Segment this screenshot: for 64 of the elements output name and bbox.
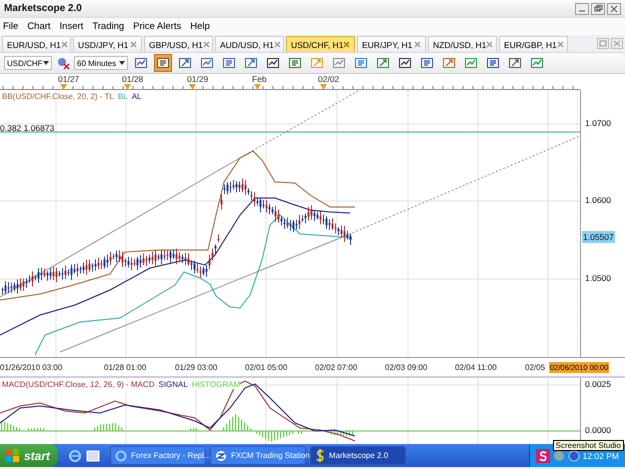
legend-label: BL (118, 92, 128, 101)
date-label: 02/02 (318, 74, 340, 84)
chart-tab[interactable]: USD/CHF, H1 (286, 36, 355, 52)
menu-item[interactable]: Insert (60, 21, 84, 32)
price-label: 1.0700 (585, 118, 611, 128)
windows-logo-icon (6, 449, 20, 462)
time-label: 02/05 (525, 363, 546, 372)
legend-label: BB(USD/CHF.Close, 20, 2) - TL (2, 92, 114, 101)
caret-icon (43, 61, 49, 65)
dollar-icon (315, 449, 325, 462)
time-label: 02/01 05:00 (245, 363, 288, 372)
minimize-icon[interactable] (575, 2, 589, 14)
chart-tab[interactable]: EUR/JPY, H1 (357, 36, 426, 52)
window-icon[interactable] (86, 448, 100, 462)
fibonacci-label: 0.382 1.06873 (0, 123, 54, 133)
chart-tab[interactable]: GBP/USD, H1 (144, 36, 213, 52)
date-label: 01/27 (58, 74, 80, 84)
timeframe-dropdown[interactable]: 60 Minutes (74, 56, 128, 70)
clock: 12:02 PM (582, 450, 619, 460)
time-label: 02/04 11:00 (455, 363, 497, 372)
time-label: 01/29 03:00 (175, 363, 218, 372)
tooltip: Screenshot Studio (552, 440, 624, 451)
time-label: 01/28 01:00 (104, 363, 146, 372)
legend-label: MACD(USD/CHF.Close, 12, 26, 9) - MACD (2, 380, 154, 389)
caret-icon (119, 61, 125, 65)
trend-line[interactable] (60, 136, 580, 352)
restore-icon[interactable] (591, 2, 605, 14)
chart-tab[interactable]: USD/JPY, H1 (73, 36, 142, 52)
time-label: 02/02 07:00 (315, 363, 358, 372)
chart-tab[interactable]: EUR/USD, H1 (2, 36, 71, 52)
time-label: 01/26/2010 03:00 (0, 363, 62, 372)
menu-item[interactable]: Help (190, 21, 210, 32)
remove-icon[interactable] (56, 56, 70, 70)
price-label: 1.0600 (585, 195, 611, 205)
time-label: 02/03 09:00 (385, 363, 428, 372)
browser-icon[interactable] (68, 448, 82, 462)
date-label: 01/29 (187, 74, 208, 84)
date-label: 01/28 (122, 74, 144, 84)
current-price-badge: 1.05507 (582, 231, 615, 243)
close-icon[interactable] (343, 41, 350, 48)
legend-label: SIGNAL (158, 380, 188, 389)
value-label: 0.0000 (585, 425, 611, 435)
legend-label: AL (132, 92, 142, 101)
chart-tab[interactable]: AUD/USD, H1 (215, 36, 284, 52)
menu-item[interactable]: Trading (92, 21, 124, 32)
app-icon[interactable] (536, 448, 550, 462)
swirl-icon (215, 450, 227, 462)
start-button[interactable]: start (0, 444, 58, 467)
menu-item[interactable]: Chart (27, 21, 51, 32)
price-label: 1.0500 (585, 273, 611, 283)
instrument-dropdown[interactable]: USD/CHF (4, 56, 52, 70)
menu-item[interactable]: File (3, 21, 18, 32)
value-label: 0.0025 (585, 379, 611, 389)
properties-tool[interactable] (154, 54, 172, 72)
close-icon[interactable] (607, 2, 621, 14)
window-title: Marketscope 2.0 (4, 3, 82, 14)
taskbar-button[interactable]: Marketscope 2.0 (310, 446, 406, 465)
chart-tab[interactable]: NZD/USD, H1 (428, 36, 497, 52)
chart-tab[interactable]: EUR/GBP, H1 (499, 36, 568, 52)
legend-label: HISTOGRAM (192, 380, 240, 389)
date-label: Feb (252, 74, 267, 84)
trend-line[interactable] (0, 90, 360, 298)
menu-item[interactable]: Price Alerts (133, 21, 182, 32)
browser-icon (115, 450, 127, 462)
